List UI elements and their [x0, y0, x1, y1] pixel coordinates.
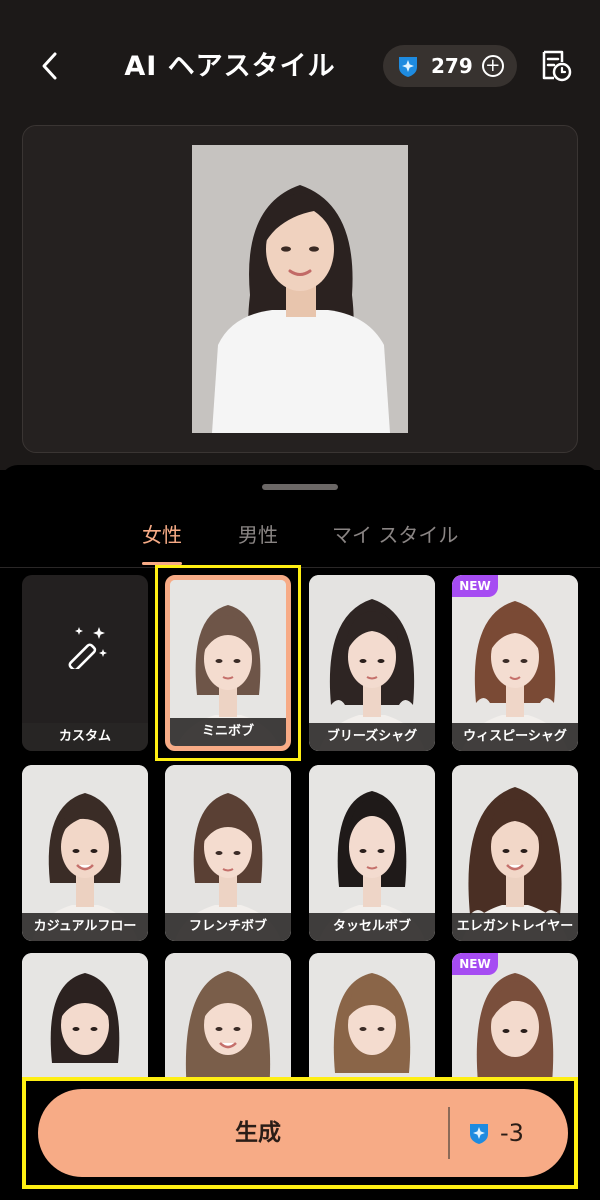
gender-tabs: 女性 男性 マイ スタイル — [0, 517, 600, 567]
magic-wand-icon — [68, 627, 107, 669]
tab-male[interactable]: 男性 — [238, 517, 278, 567]
chevron-left-icon — [42, 52, 57, 80]
style-card-casual-flow[interactable]: カジュアルフロー — [22, 765, 148, 941]
style-label: ミニボブ — [170, 718, 286, 746]
generate-button[interactable]: 生成 -3 — [38, 1089, 568, 1177]
tab-female[interactable]: 女性 — [142, 517, 182, 567]
page-title: AI ヘアスタイル — [124, 51, 336, 82]
style-card-french-bob[interactable]: フレンチボブ — [165, 765, 291, 941]
cost-value: -3 — [500, 1119, 524, 1147]
style-label: フレンチボブ — [165, 913, 291, 941]
add-credits-icon[interactable]: + — [481, 55, 504, 77]
new-badge: NEW — [452, 953, 498, 975]
style-label: ブリーズシャグ — [309, 723, 435, 751]
history-icon — [542, 50, 572, 82]
style-label: エレガントレイヤー — [452, 913, 578, 941]
style-card-breeze-shag[interactable]: ブリーズシャグ — [309, 575, 435, 751]
tabs-divider — [0, 567, 600, 568]
style-label: ウィスピーシャグ — [452, 723, 578, 751]
credits-pill[interactable]: 279 + — [383, 45, 517, 87]
preview-photo[interactable] — [192, 145, 408, 433]
style-card-mini-bob[interactable]: ミニボブ — [165, 575, 291, 751]
style-card-wispy-shag[interactable]: NEW ウィスピーシャグ — [452, 575, 578, 751]
new-badge: NEW — [452, 575, 498, 597]
back-button[interactable] — [30, 46, 70, 86]
style-card-tassel-bob[interactable]: タッセルボブ — [309, 765, 435, 941]
style-label: タッセルボブ — [309, 913, 435, 941]
divider — [448, 1107, 450, 1159]
style-label: カジュアルフロー — [22, 913, 148, 941]
tab-my-style[interactable]: マイ スタイル — [332, 517, 458, 567]
style-label: カスタム — [22, 723, 148, 751]
style-card-elegant-layer[interactable]: エレガントレイヤー — [452, 765, 578, 941]
generate-label: 生成 — [235, 1120, 281, 1146]
drag-handle[interactable] — [262, 484, 338, 490]
history-button[interactable] — [538, 48, 574, 84]
top-area: AI ヘアスタイル 279 + — [0, 0, 600, 470]
generate-bar: 生成 -3 — [22, 1077, 578, 1189]
generate-cost: -3 — [466, 1089, 524, 1177]
gem-icon — [399, 57, 417, 77]
credits-count: 279 — [431, 54, 473, 78]
style-card-custom[interactable]: カスタム — [22, 575, 148, 751]
gem-icon — [470, 1124, 488, 1144]
header: AI ヘアスタイル 279 + — [0, 0, 600, 130]
